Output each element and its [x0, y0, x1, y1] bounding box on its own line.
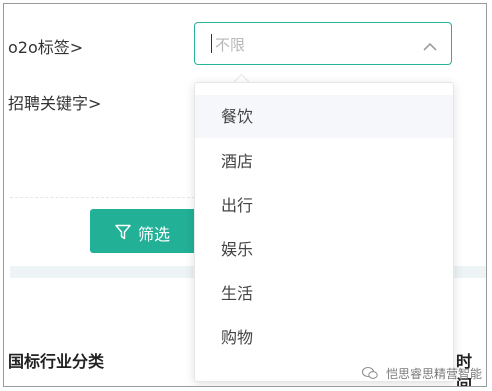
o2o-tag-label: o2o标签> — [8, 38, 84, 57]
o2o-tag-dropdown: 餐饮 酒店 出行 娱乐 生活 购物 — [194, 82, 454, 382]
dropdown-option-travel[interactable]: 出行 — [195, 184, 453, 227]
filter-icon — [115, 224, 131, 244]
page-frame: o2o标签> 招聘关键字> 不限 筛选 国标行业分类 时间 餐饮 酒店 出行 娱… — [3, 3, 487, 387]
recruit-keyword-label: 招聘关键字> — [8, 94, 102, 113]
watermark: 恺思睿思精营智能 — [362, 365, 482, 383]
dropdown-option-dining[interactable]: 餐饮 — [195, 95, 453, 138]
o2o-tag-select[interactable]: 不限 — [194, 22, 452, 65]
dropdown-option-hotel[interactable]: 酒店 — [195, 140, 453, 183]
text-cursor — [211, 34, 212, 53]
select-placeholder: 不限 — [215, 36, 246, 54]
dropdown-option-living[interactable]: 生活 — [195, 272, 453, 315]
dropdown-option-shopping[interactable]: 购物 — [195, 316, 453, 359]
filter-button-label: 筛选 — [138, 225, 171, 244]
section-divider — [10, 197, 200, 198]
industry-classification-label: 国标行业分类 — [8, 352, 105, 371]
wechat-icon — [362, 366, 378, 383]
chevron-up-icon[interactable] — [423, 37, 437, 56]
dropdown-option-entertainment[interactable]: 娱乐 — [195, 228, 453, 271]
filter-button[interactable]: 筛选 — [90, 209, 198, 253]
watermark-text: 恺思睿思精营智能 — [385, 367, 482, 381]
